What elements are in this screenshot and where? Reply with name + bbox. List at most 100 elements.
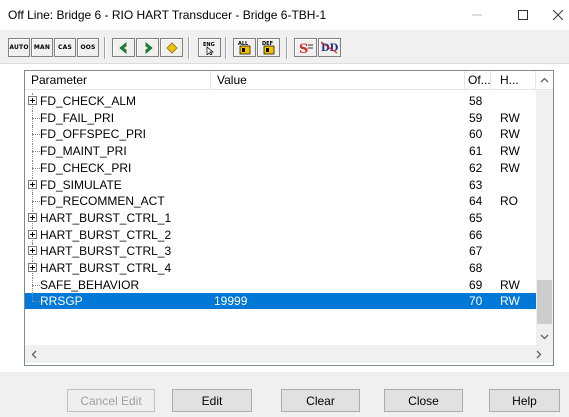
tree-connector <box>27 176 39 193</box>
table-row[interactable]: FD_MAINT_PRI 61 RW <box>25 143 536 160</box>
parameter-cell: FD_FAIL_PRI <box>25 109 211 126</box>
default-parameters-button[interactable]: DEF <box>257 38 280 57</box>
scroll-down-button[interactable] <box>536 328 553 345</box>
toolbar-separator <box>225 37 227 59</box>
parameter-cell: HART_BURST_CTRL_2 <box>25 226 211 243</box>
access-cell <box>491 177 536 193</box>
tree-connector <box>27 159 40 176</box>
maximize-button[interactable] <box>500 0 546 30</box>
access-cell: RW <box>500 127 520 142</box>
minimize-button[interactable] <box>454 0 500 30</box>
vertical-scrollbar[interactable] <box>536 90 553 345</box>
horizontal-scrollbar[interactable] <box>25 345 553 363</box>
edit-button[interactable]: Edit <box>172 389 252 412</box>
previous-arrow-icon <box>118 41 126 54</box>
value-cell <box>211 210 465 226</box>
scroll-left-button[interactable] <box>25 345 42 363</box>
offset-cell: 67 <box>469 244 483 259</box>
mode-oos-button[interactable]: OOS <box>77 38 99 57</box>
button-bar: Cancel Edit Edit Clear Close Help <box>0 372 569 417</box>
column-header-value[interactable]: Value <box>211 71 465 89</box>
mode-cas-button[interactable]: CAS <box>54 38 76 57</box>
close-window-button[interactable] <box>546 0 569 30</box>
mode-auto-button[interactable]: AUTO <box>8 38 30 57</box>
parameter-list[interactable]: Parameter Value Of... H... FD_CHECK_ALM 5… <box>24 70 554 366</box>
value-cell <box>211 110 465 126</box>
clear-button[interactable]: Clear <box>281 389 360 412</box>
table-row[interactable]: FD_OFFSPEC_PRI 60 RW <box>25 126 536 143</box>
cancel-edit-button[interactable]: Cancel Edit <box>67 389 155 412</box>
tree-connector <box>27 126 40 143</box>
expand-icon[interactable] <box>28 246 37 256</box>
column-header-parameter[interactable]: Parameter <box>25 71 211 89</box>
parameter-cell: HART_BURST_CTRL_4 <box>25 260 211 276</box>
offset-cell: 61 <box>469 144 483 159</box>
value-cell <box>211 160 465 176</box>
table-row[interactable]: SAFE_BEHAVIOR 69 RW <box>25 276 536 293</box>
offset-cell: 59 <box>469 110 483 125</box>
parameter-name: HART_BURST_CTRL_4 <box>40 261 172 275</box>
table-row[interactable]: FD_CHECK_ALM 58 <box>25 93 536 109</box>
all-parameters-button[interactable]: ALL <box>233 38 256 57</box>
help-button[interactable]: Help <box>489 389 560 412</box>
value-cell <box>211 243 465 259</box>
parameter-cell: SAFE_BEHAVIOR <box>25 276 211 293</box>
table-row[interactable]: HART_BURST_CTRL_3 67 <box>25 243 536 260</box>
tree-connector <box>27 276 40 293</box>
access-cell <box>491 227 536 243</box>
diamond-icon <box>165 41 178 54</box>
value-cell <box>211 193 465 209</box>
title-bar: Off Line: Bridge 6 - RIO HART Transducer… <box>0 0 569 30</box>
access-cell <box>491 243 536 259</box>
expand-icon[interactable] <box>28 96 37 105</box>
vertical-scroll-thumb[interactable] <box>537 280 552 324</box>
column-header-offset[interactable]: Of... <box>465 71 491 89</box>
tree-connector <box>27 226 39 243</box>
parameter-name: SAFE_BEHAVIOR <box>40 277 140 292</box>
expand-icon[interactable] <box>28 229 37 239</box>
offset-cell: 58 <box>469 94 483 108</box>
close-button[interactable]: Close <box>384 389 463 412</box>
scroll-up-button[interactable] <box>536 71 553 89</box>
table-row[interactable]: RRSGP 19999 70 RW <box>25 293 536 310</box>
offset-cell: 65 <box>469 210 483 225</box>
table-row[interactable]: FD_CHECK_PRI 62 RW <box>25 159 536 176</box>
column-header-access[interactable]: H... <box>491 71 536 89</box>
column-header-row: Parameter Value Of... H... <box>25 71 553 90</box>
mode-man-button[interactable]: MAN <box>31 38 53 57</box>
expand-icon[interactable] <box>28 179 37 189</box>
parameter-cell: FD_CHECK_PRI <box>25 159 211 176</box>
parameter-cell: FD_CHECK_ALM <box>25 93 211 109</box>
window-title: Off Line: Bridge 6 - RIO HART Transducer… <box>8 8 327 22</box>
toolbar-separator <box>104 37 106 59</box>
access-cell: RW <box>500 160 520 175</box>
next-button[interactable] <box>136 38 159 57</box>
toolbar-separator <box>286 37 288 59</box>
diamond-button[interactable] <box>160 38 183 57</box>
signal-button[interactable]: S <box>294 38 317 57</box>
expand-icon[interactable] <box>28 212 37 222</box>
parameter-cell: RRSGP <box>25 293 211 309</box>
parameter-cell: HART_BURST_CTRL_1 <box>25 209 211 226</box>
offset-cell: 63 <box>469 177 483 192</box>
tree-connector <box>27 243 39 260</box>
parameter-name: FD_RECOMMEN_ACT <box>40 194 165 209</box>
parameter-name: FD_OFFSPEC_PRI <box>40 127 147 142</box>
table-row[interactable]: HART_BURST_CTRL_4 68 <box>25 260 536 276</box>
table-row[interactable]: HART_BURST_CTRL_1 65 <box>25 209 536 226</box>
detail-display-button[interactable]: DD <box>318 38 341 57</box>
table-row[interactable]: HART_BURST_CTRL_2 66 <box>25 226 536 243</box>
table-row[interactable]: FD_SIMULATE 63 <box>25 176 536 193</box>
parameter-name: FD_CHECK_ALM <box>40 94 137 108</box>
previous-button[interactable] <box>112 38 135 57</box>
access-cell <box>491 260 536 276</box>
table-row[interactable]: FD_FAIL_PRI 59 RW <box>25 109 536 126</box>
all-parameters-icon: ALL <box>238 41 250 55</box>
expand-icon[interactable] <box>28 263 37 272</box>
engineering-button[interactable]: ENG <box>198 38 221 57</box>
table-row[interactable]: FD_RECOMMEN_ACT 64 RO <box>25 193 536 210</box>
tree-connector <box>27 209 39 226</box>
parameter-cell: FD_SIMULATE <box>25 176 211 193</box>
value-cell <box>211 260 465 276</box>
scroll-right-button[interactable] <box>530 345 547 363</box>
